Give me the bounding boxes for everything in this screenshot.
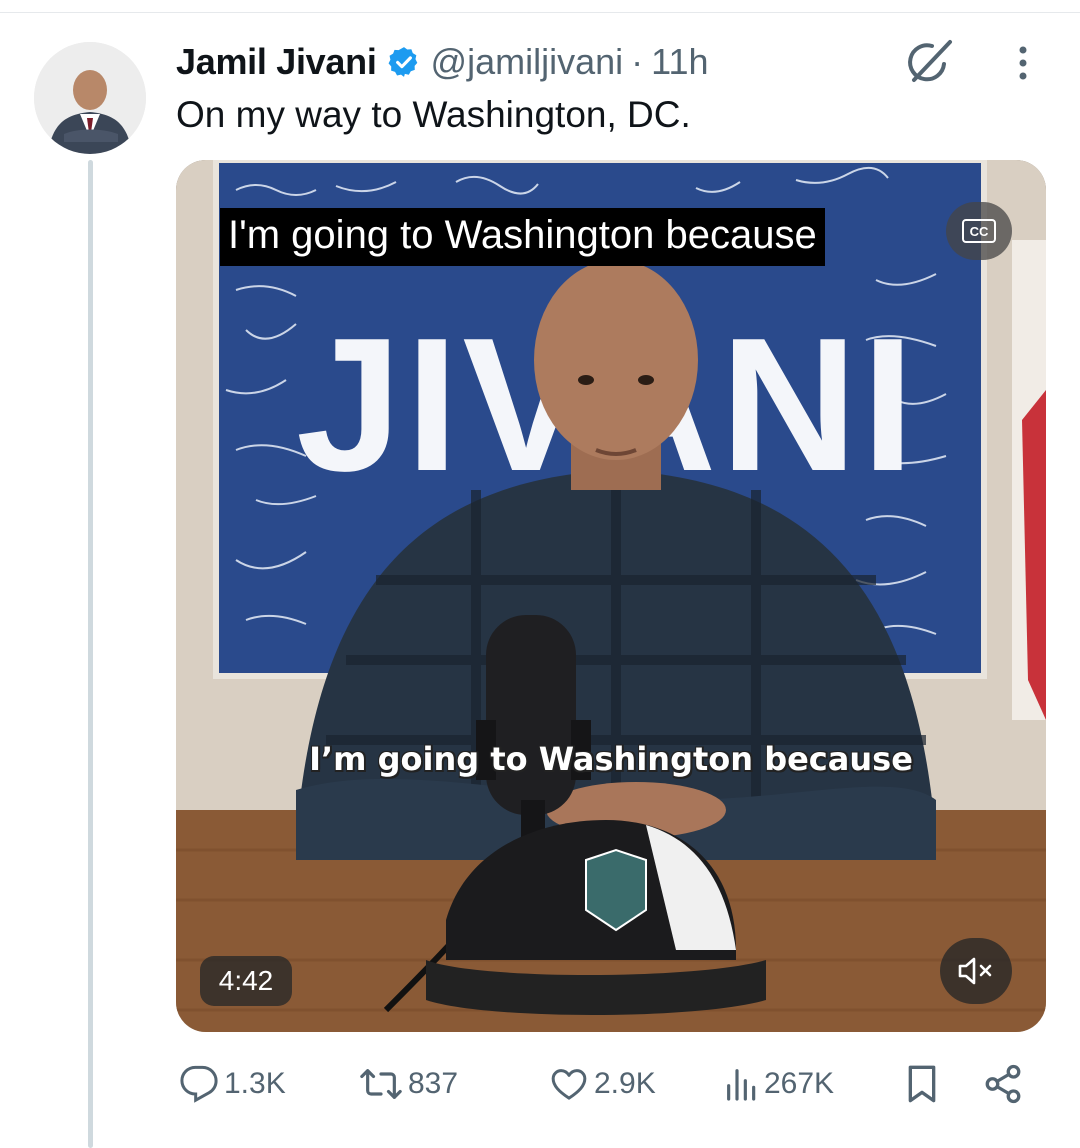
cc-icon: CC — [962, 219, 996, 243]
share-icon[interactable] — [982, 1056, 1024, 1112]
repost-count: 837 — [408, 1067, 459, 1100]
like-button[interactable]: 2.9K — [546, 1056, 656, 1112]
reply-icon — [180, 1065, 218, 1103]
reply-count: 1.3K — [224, 1067, 286, 1100]
repost-button[interactable]: 837 — [356, 1056, 458, 1112]
verified-badge-icon[interactable] — [387, 45, 421, 79]
top-divider — [0, 12, 1080, 13]
burned-in-caption: I’m going to Washington because — [309, 740, 913, 778]
video-duration: 4:42 — [200, 956, 292, 1006]
closed-caption-text: I'm going to Washington because — [220, 208, 825, 266]
video-player[interactable]: JIVANI I'm going to Washingt — [176, 160, 1046, 1032]
cc-button[interactable]: CC — [946, 202, 1012, 260]
avatar-image — [34, 42, 146, 154]
author-avatar[interactable] — [34, 42, 146, 154]
tweet-text: On my way to Washington, DC. — [176, 94, 691, 135]
thread-line — [88, 160, 93, 1148]
separator-dot: · — [631, 41, 644, 82]
repost-icon — [360, 1069, 402, 1099]
views-icon — [727, 1069, 756, 1101]
tweet-timestamp[interactable]: 11h — [651, 41, 708, 83]
author-handle[interactable]: @jamiljivani — [431, 41, 624, 83]
grok-icon[interactable] — [900, 36, 956, 88]
like-icon — [551, 1069, 587, 1100]
like-count: 2.9K — [594, 1067, 656, 1100]
author-display-name[interactable]: Jamil Jivani — [176, 41, 377, 83]
more-icon[interactable] — [1008, 40, 1038, 86]
views-count: 267K — [764, 1067, 835, 1100]
views-button[interactable]: 267K — [722, 1056, 834, 1112]
mute-icon[interactable] — [940, 938, 1012, 1004]
bookmark-icon[interactable] — [902, 1056, 942, 1112]
reply-button[interactable]: 1.3K — [176, 1056, 286, 1112]
tweet-actions: 1.3K 837 2.9K 267K — [176, 1056, 1036, 1112]
tweet-header: Jamil Jivani @jamiljivani · 11h — [176, 36, 709, 88]
video-frame: JIVANI — [176, 160, 1046, 1032]
